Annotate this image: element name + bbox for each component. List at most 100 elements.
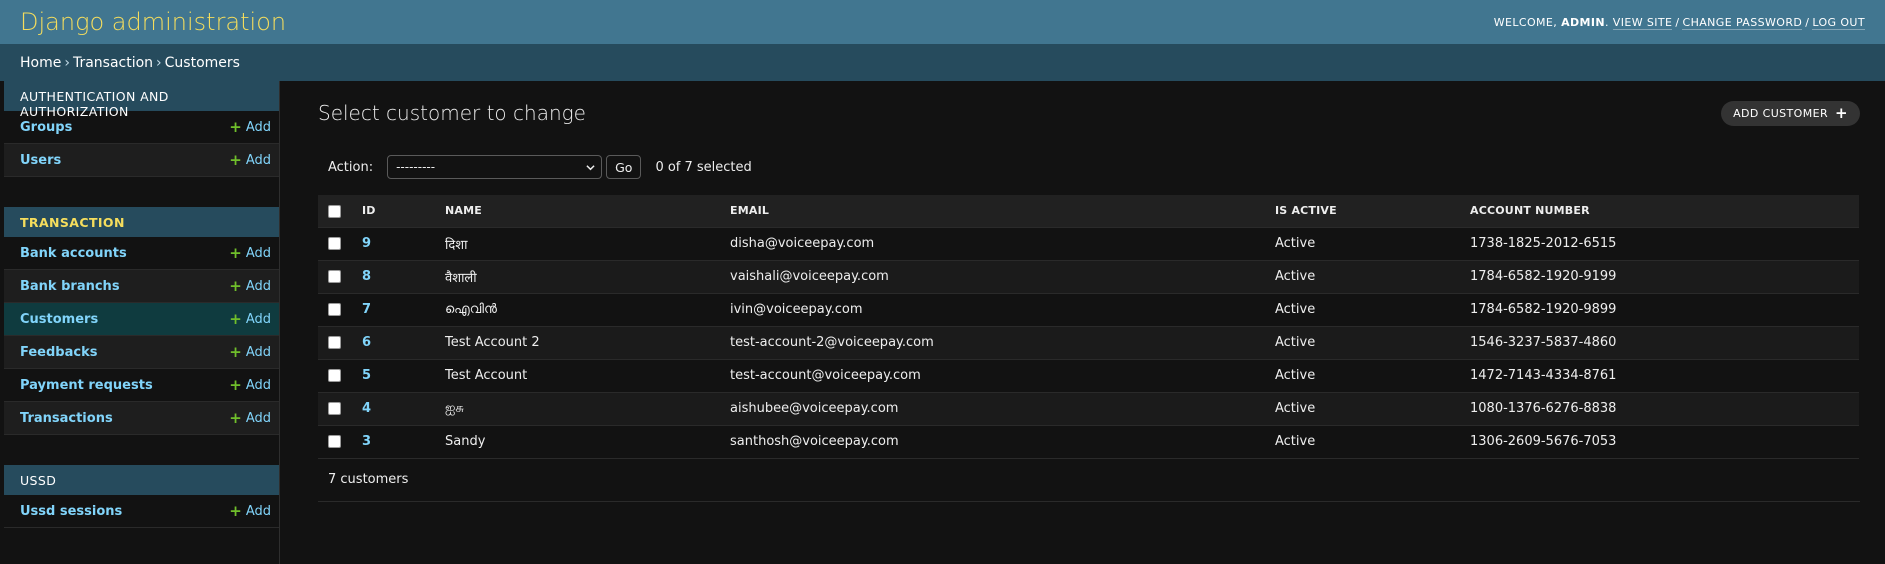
customer-id-link[interactable]: 6 [362, 335, 371, 350]
name-cell: वैशाली [435, 260, 720, 294]
row-checkbox[interactable] [328, 336, 341, 349]
breadcrumb-separator: › [156, 54, 162, 71]
is-active-cell: Active [1265, 293, 1460, 327]
select-all-checkbox[interactable] [328, 204, 341, 218]
add-groups-link[interactable]: + Add [229, 117, 271, 136]
site-branding[interactable]: Django administration [20, 8, 286, 36]
table-row: 8 वैशाली vaishali@voiceepay.com Active 1… [318, 260, 1859, 294]
row-select-cell [318, 359, 352, 393]
customer-id-link[interactable]: 8 [362, 269, 371, 284]
account-number-cell: 1080-1376-6276-8838 [1460, 392, 1859, 426]
change-password-link[interactable]: Change password [1682, 15, 1803, 30]
sidebar-item-transactions: Transactions + Add [4, 402, 279, 435]
table-row: 4 ஐசு aishubee@voiceepay.com Active 1080… [318, 392, 1859, 426]
add-label: Add [245, 410, 271, 426]
row-checkbox[interactable] [328, 270, 341, 283]
id-cell: 3 [352, 425, 435, 459]
add-label: Add [245, 152, 271, 168]
customer-id-link[interactable]: 9 [362, 236, 371, 251]
add-bank-accounts-link[interactable]: + Add [229, 243, 271, 262]
is-active-cell: Active [1265, 425, 1460, 459]
plus-icon: + [229, 375, 242, 394]
is-active-cell: Active [1265, 227, 1460, 261]
plus-icon: + [229, 243, 242, 262]
go-button[interactable]: Go [606, 155, 642, 179]
page-title: Select customer to change [318, 101, 586, 125]
table-row: 3 Sandy santhosh@voiceepay.com Active 13… [318, 425, 1859, 459]
selected-count: 0 of 7 selected [655, 159, 752, 175]
module-title-authentication[interactable]: Authentication and Authorization [4, 81, 279, 119]
row-checkbox[interactable] [328, 402, 341, 415]
name-cell: Test Account 2 [435, 326, 720, 360]
module-title-ussd[interactable]: USSD [4, 465, 279, 495]
column-header-is-active[interactable]: Is active [1265, 195, 1460, 228]
chevron-down-icon [586, 164, 595, 170]
add-customers-link[interactable]: + Add [229, 311, 271, 327]
breadcrumb-current: Customers [164, 54, 240, 71]
add-feedbacks-link[interactable]: + Add [229, 342, 271, 361]
sidebar-item-bank-accounts: Bank accounts + Add [4, 237, 279, 270]
sidebar-item-feedbacks-link[interactable]: Feedbacks [20, 345, 97, 360]
log-out-link[interactable]: Log out [1812, 15, 1865, 30]
account-number-cell: 1472-7143-4334-8761 [1460, 359, 1859, 393]
action-label: Action: [328, 159, 374, 175]
add-label: Add [245, 311, 271, 327]
breadcrumb-home[interactable]: Home [20, 55, 61, 71]
plus-icon: + [229, 342, 242, 361]
add-transactions-link[interactable]: + Add [229, 410, 271, 426]
module-title-transaction[interactable]: Transaction [4, 207, 279, 237]
id-cell: 9 [352, 227, 435, 261]
username: admin [1561, 15, 1605, 29]
row-checkbox[interactable] [328, 237, 341, 250]
column-header-name[interactable]: Name [435, 195, 720, 228]
sidebar-item-transactions-link[interactable]: Transactions [20, 411, 113, 426]
row-checkbox[interactable] [328, 435, 341, 448]
add-customer-button[interactable]: Add customer + [1721, 100, 1860, 126]
row-select-cell [318, 326, 352, 360]
sidebar-item-bank-accounts-link[interactable]: Bank accounts [20, 246, 127, 261]
table-row: 7 ഐവിൻ ivin@voiceepay.com Active 1784-65… [318, 293, 1859, 327]
row-checkbox[interactable] [328, 303, 341, 316]
welcome-text: Welcome, [1493, 15, 1558, 29]
column-header-account-number[interactable]: Account number [1460, 195, 1859, 228]
sidebar-item-bank-branchs-link[interactable]: Bank branchs [20, 279, 120, 294]
add-bank-branchs-link[interactable]: + Add [229, 278, 271, 294]
id-cell: 4 [352, 392, 435, 426]
add-payment-requests-link[interactable]: + Add [229, 375, 271, 394]
sidebar-item-users: Users + Add [4, 144, 279, 177]
action-select[interactable]: --------- [387, 155, 603, 179]
sidebar-item-groups-link[interactable]: Groups [20, 120, 72, 135]
name-cell: दिशा [435, 227, 720, 261]
customers-table: ID Name Email Is active Account number 9… [318, 195, 1859, 459]
sidebar-item-ussd-sessions-link[interactable]: Ussd sessions [20, 504, 122, 519]
id-cell: 6 [352, 326, 435, 360]
sidebar-item-payment-requests-link[interactable]: Payment requests [20, 378, 153, 393]
customer-id-link[interactable]: 5 [362, 368, 371, 383]
id-cell: 8 [352, 260, 435, 294]
add-label: Add [245, 119, 271, 135]
id-cell: 5 [352, 359, 435, 393]
customer-id-link[interactable]: 4 [362, 401, 371, 416]
sidebar-item-ussd-sessions: Ussd sessions + Add [4, 495, 279, 528]
breadcrumb-app[interactable]: Transaction [73, 55, 153, 71]
id-cell: 7 [352, 293, 435, 327]
sidebar-item-users-link[interactable]: Users [20, 153, 61, 168]
add-users-link[interactable]: + Add [229, 152, 271, 168]
sidebar-item-customers-link[interactable]: Customers [20, 312, 98, 327]
account-number-cell: 1546-3237-5837-4860 [1460, 326, 1859, 360]
table-row: 5 Test Account test-account@voiceepay.co… [318, 359, 1859, 393]
account-number-cell: 1306-2609-5676-7053 [1460, 425, 1859, 459]
customer-id-link[interactable]: 3 [362, 434, 371, 449]
add-ussd-sessions-link[interactable]: + Add [229, 503, 271, 519]
column-header-email[interactable]: Email [720, 195, 1265, 228]
add-label: Add [245, 344, 271, 360]
view-site-link[interactable]: View site [1612, 15, 1673, 30]
name-cell: Sandy [435, 425, 720, 459]
add-label: Add [245, 245, 271, 261]
row-checkbox[interactable] [328, 369, 341, 382]
site-header: Django administration Welcome, admin. Vi… [0, 0, 1885, 44]
column-header-id[interactable]: ID [352, 195, 435, 228]
plus-icon: + [229, 117, 242, 136]
customer-id-link[interactable]: 7 [362, 302, 371, 317]
breadcrumb: Home › Transaction › Customers [0, 44, 1885, 81]
